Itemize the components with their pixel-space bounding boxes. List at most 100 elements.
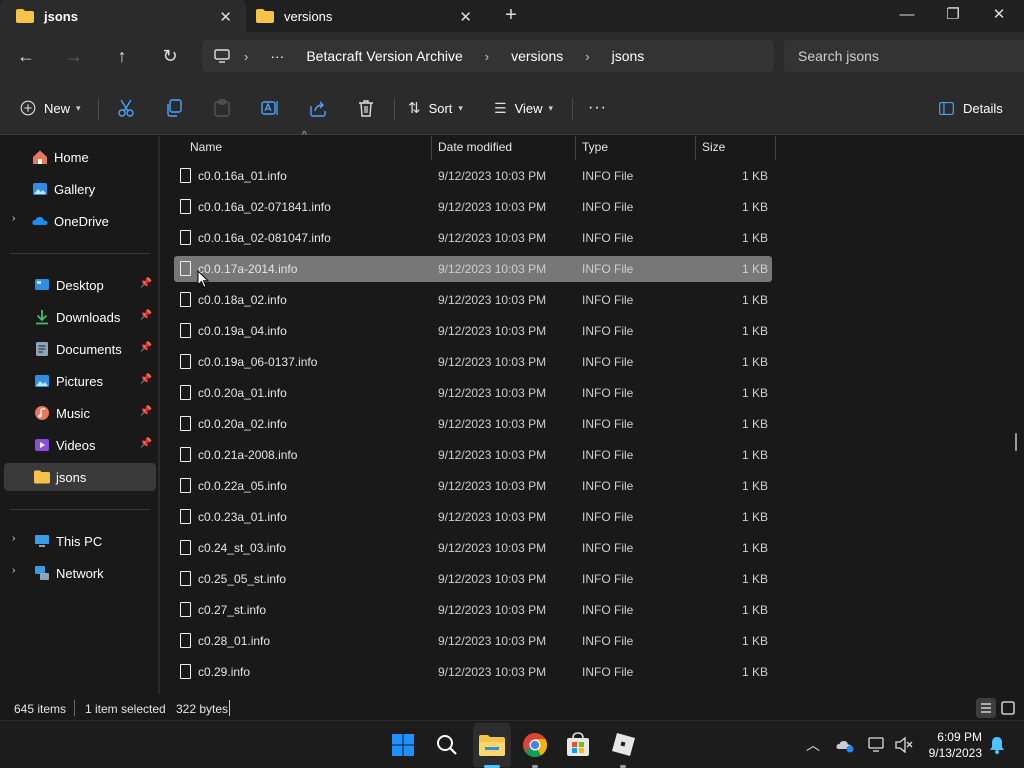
breadcrumb-versions[interactable]: versions: [511, 48, 563, 64]
paste-button[interactable]: [212, 96, 240, 120]
network-status-icon[interactable]: [867, 736, 887, 754]
store-taskbar-button[interactable]: [562, 729, 594, 761]
column-header-name[interactable]: Name: [174, 136, 432, 160]
sort-button[interactable]: ⇅ Sort ▾: [408, 96, 463, 120]
close-tab-icon[interactable]: ✕: [459, 8, 472, 26]
pane-splitter[interactable]: [158, 136, 160, 694]
pin-icon: 📌: [139, 342, 152, 353]
file-row[interactable]: c0.0.16a_02-081047.info 9/12/2023 10:03 P…: [174, 225, 772, 251]
file-row[interactable]: c0.0.22a_05.info 9/12/2023 10:03 PM INFO F…: [174, 473, 772, 499]
file-row[interactable]: c0.0.16a_02-071841.info 9/12/2023 10:03 P…: [174, 194, 772, 220]
onedrive-status-icon[interactable]: [835, 737, 855, 753]
file-date: 9/12/2023 10:03 PM: [438, 200, 547, 214]
file-name: c0.0.16a_02-081047.info: [198, 231, 331, 245]
delete-button[interactable]: [356, 96, 384, 120]
breadcrumb-overflow[interactable]: ···: [270, 48, 284, 64]
file-name: c0.0.17a-2014.info: [198, 262, 298, 276]
file-row[interactable]: c0.0.19a_04.info 9/12/2023 10:03 PM INFO F…: [174, 318, 772, 344]
column-divider[interactable]: [775, 136, 776, 160]
mouse-cursor-icon: [197, 270, 209, 289]
chevron-right-icon[interactable]: ›: [12, 565, 15, 576]
sidebar-item-desktop[interactable]: Desktop 📌: [4, 271, 156, 299]
close-window-button[interactable]: ✕: [976, 0, 1022, 32]
maximize-button[interactable]: ❐: [930, 0, 976, 32]
breadcrumb-jsons[interactable]: jsons: [612, 48, 645, 64]
vertical-scrollbar[interactable]: [1015, 433, 1017, 451]
file-row[interactable]: c0.0.23a_01.info 9/12/2023 10:03 PM INFO F…: [174, 504, 772, 530]
notification-bell-icon[interactable]: [988, 735, 1006, 755]
sidebar-item-downloads[interactable]: Downloads 📌: [4, 303, 156, 331]
sidebar-item-onedrive[interactable]: › OneDrive: [4, 207, 156, 235]
sidebar-item-home[interactable]: Home: [4, 143, 156, 171]
tiles-view-button[interactable]: [998, 698, 1018, 718]
minimize-button[interactable]: —: [884, 0, 930, 32]
new-tab-button[interactable]: +: [500, 4, 522, 26]
chevron-right-icon[interactable]: ›: [585, 49, 589, 64]
tab-versions[interactable]: versions ✕: [240, 0, 486, 32]
file-row[interactable]: c0.27_st.info 9/12/2023 10:03 PM INFO File…: [174, 597, 772, 623]
rename-button[interactable]: [260, 96, 288, 120]
file-row[interactable]: c0.28_01.info 9/12/2023 10:03 PM INFO File…: [174, 628, 772, 654]
more-options-button[interactable]: ···: [588, 96, 607, 120]
details-view-button[interactable]: [976, 698, 996, 718]
close-tab-icon[interactable]: ✕: [219, 8, 232, 26]
file-explorer-taskbar-button[interactable]: [476, 729, 508, 761]
cut-button[interactable]: [116, 96, 144, 120]
column-header-size[interactable]: Size: [686, 136, 766, 160]
tab-jsons[interactable]: jsons ✕: [0, 0, 246, 32]
up-button[interactable]: ↑: [108, 42, 136, 70]
selection-size: 322 bytes: [176, 702, 229, 716]
file-icon: [180, 509, 191, 524]
column-header-date[interactable]: Date modified: [422, 136, 566, 160]
back-button[interactable]: ←: [12, 42, 40, 70]
new-button[interactable]: New ▾: [20, 96, 81, 120]
file-row[interactable]: c0.24_st_03.info 9/12/2023 10:03 PM INFO F…: [174, 535, 772, 561]
file-size: 1 KB: [741, 293, 768, 307]
search-input[interactable]: Search jsons: [784, 40, 1024, 72]
search-taskbar-button[interactable]: [431, 729, 463, 761]
column-header-type[interactable]: Type: [566, 136, 686, 160]
sidebar-item-jsons[interactable]: jsons: [4, 463, 156, 491]
file-date: 9/12/2023 10:03 PM: [438, 541, 547, 555]
sidebar-item-gallery[interactable]: Gallery: [4, 175, 156, 203]
file-icon: [180, 323, 191, 338]
details-button[interactable]: Details: [938, 96, 1003, 120]
system-clock[interactable]: 6:09 PM 9/13/2023: [929, 729, 982, 761]
volume-muted-icon[interactable]: [894, 736, 914, 754]
chevron-down-icon: ▾: [76, 102, 81, 113]
refresh-button[interactable]: ↻: [156, 42, 184, 70]
chevron-right-icon[interactable]: ›: [12, 533, 15, 544]
plus-circle-icon: [20, 100, 36, 116]
file-row[interactable]: c0.25_05_st.info 9/12/2023 10:03 PM INFO F…: [174, 566, 772, 592]
sidebar-item-pictures[interactable]: Pictures 📌: [4, 367, 156, 395]
tiles-view-icon: [1001, 701, 1015, 715]
sidebar-item-documents[interactable]: Documents 📌: [4, 335, 156, 363]
file-row[interactable]: c0.0.16a_01.info 9/12/2023 10:03 PM INFO F…: [174, 163, 772, 189]
view-button[interactable]: ☰ View ▾: [494, 96, 553, 120]
file-row[interactable]: c0.0.18a_02.info 9/12/2023 10:03 PM INFO F…: [174, 287, 772, 313]
file-row[interactable]: c0.0.20a_02.info 9/12/2023 10:03 PM INFO F…: [174, 411, 772, 437]
file-date: 9/12/2023 10:03 PM: [438, 572, 547, 586]
sidebar-item-network[interactable]: › Network: [4, 559, 156, 587]
copy-button[interactable]: [164, 96, 192, 120]
file-row[interactable]: c0.0.19a_06-0137.info 9/12/2023 10:03 PM I…: [174, 349, 772, 375]
file-row[interactable]: c0.0.17a-2014.info 9/12/2023 10:03 PM INFO…: [174, 256, 772, 282]
sidebar-item-this-pc[interactable]: › This PC: [4, 527, 156, 555]
chevron-right-icon[interactable]: ›: [12, 213, 15, 224]
chrome-taskbar-button[interactable]: [519, 729, 551, 761]
show-hidden-icons-chevron-icon[interactable]: ︿: [806, 735, 820, 755]
start-button[interactable]: [387, 729, 419, 761]
gallery-icon: [33, 183, 47, 195]
sidebar-item-music[interactable]: Music 📌: [4, 399, 156, 427]
file-row[interactable]: c0.29.info 9/12/2023 10:03 PM INFO File 1 K…: [174, 659, 772, 685]
forward-button[interactable]: →: [60, 42, 88, 70]
breadcrumb-betacraft[interactable]: Betacraft Version Archive: [306, 48, 462, 64]
file-row[interactable]: c0.0.20a_01.info 9/12/2023 10:03 PM INFO F…: [174, 380, 772, 406]
file-row[interactable]: c0.0.21a-2008.info 9/12/2023 10:03 PM INFO…: [174, 442, 772, 468]
address-bar[interactable]: › ··· Betacraft Version Archive › versio…: [202, 40, 774, 72]
share-button[interactable]: [308, 96, 336, 120]
roblox-taskbar-button[interactable]: [607, 729, 639, 761]
file-name: c0.0.19a_04.info: [198, 324, 287, 338]
chevron-right-icon[interactable]: ›: [485, 49, 489, 64]
sidebar-item-videos[interactable]: Videos 📌: [4, 431, 156, 459]
